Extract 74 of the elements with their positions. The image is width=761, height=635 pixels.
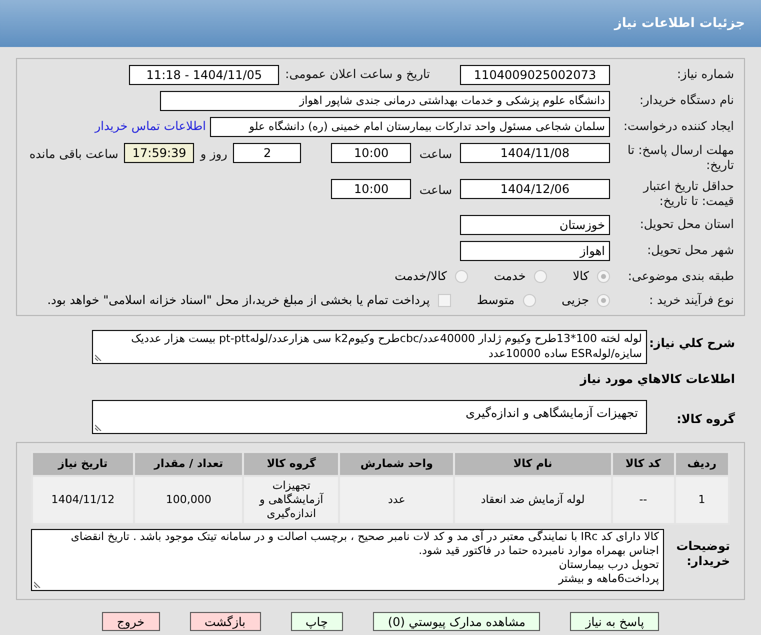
column-header: تاریخ نیاز	[32, 452, 134, 476]
radio-label: کالا	[572, 268, 589, 285]
radio-label: متوسط	[476, 292, 515, 309]
field-label: ساعت باقی مانده	[29, 146, 118, 163]
deadline-date-field[interactable]: 1404/11/08	[460, 143, 610, 163]
field-label: مهلت ارسال پاسخ: تا تاریخ:	[626, 143, 734, 173]
radio-button[interactable]	[454, 270, 468, 282]
section-heading: اطلاعات کالاهاي مورد نیاز	[578, 371, 735, 388]
description-line: لوله لخته 100*13طرح وکیوم ژلدار 40000عدد/cbcطرح وکیومk2 سی هزارعدد/لولهpt-ptt بیست هزار عددیک	[131, 331, 642, 346]
table-cell: 1404/11/12	[32, 476, 134, 524]
resize-handle-icon[interactable]	[95, 423, 103, 431]
field-label: توضیحات خریدار:	[675, 538, 731, 569]
table-cell: تجهیزات آزمایشگاهی و اندازه‌گیری	[243, 476, 340, 524]
radio-button[interactable]	[597, 294, 610, 306]
action-button[interactable]: بازگشت	[190, 612, 260, 631]
action-button[interactable]: پاسخ به نیاز	[570, 612, 660, 631]
resize-handle-icon[interactable]	[34, 580, 42, 588]
field-label: استان محل تحویل:	[638, 216, 734, 233]
validity-date-field[interactable]: 1404/12/06	[460, 179, 610, 199]
column-header: تعداد / مقدار	[134, 452, 244, 476]
buyer-contact-link[interactable]: اطلاعات تماس خریدار	[94, 117, 206, 135]
need-number-field[interactable]: 1104009025002073	[460, 65, 610, 85]
field-label: حداقل تاریخ اعتبار قیمت: تا تاریخ:	[642, 179, 734, 209]
field-label: شهر محل تحویل:	[646, 242, 734, 259]
table-cell: 1	[674, 476, 729, 524]
days-field[interactable]: 2	[233, 143, 302, 163]
radio-label: کالا/خدمت	[394, 268, 447, 285]
field-label: تاریخ و ساعت اعلان عمومی:	[285, 66, 430, 83]
field-label: طبقه بندی موضوعی:	[626, 268, 734, 285]
buyer-org-field[interactable]: دانشگاه علوم پزشکی و خدمات بهداشتی درمانی جندی شاپور اهواز	[160, 91, 610, 111]
note-line: کالا دارای کد IRc با نمایندگی معتبر در آی مد و کد لات نامبر صحیح ، برچسب اصالت و در سامانه تیتک موجود باشد . تاریخ انقضای اجناس بهمراه موارد نامبرده حتما در فاکتور قید شود.	[70, 530, 659, 558]
announce-date-field[interactable]: 1404/11/05 - 11:18	[129, 65, 280, 85]
column-header: کد کالا	[612, 452, 675, 476]
field-label: ایجاد کننده درخواست:	[622, 118, 734, 135]
table-cell: لوله آزمایش ضد انعقاد	[454, 476, 612, 524]
field-label: ساعت	[419, 182, 452, 199]
radio-label: خدمت	[494, 268, 526, 285]
field-label: نام دستگاه خریدار:	[638, 92, 734, 109]
resize-handle-icon[interactable]	[95, 353, 103, 361]
action-button[interactable]: مشاهده مدارک پیوستي (0)	[372, 612, 540, 631]
checkbox[interactable]	[438, 294, 451, 306]
city-field[interactable]: اهواز	[460, 241, 610, 261]
table-cell: --	[612, 476, 675, 524]
page-title: جزئیات اطلاعات نیاز	[614, 14, 745, 33]
description-textarea[interactable]: لوله لخته 100*13طرح وکیوم ژلدار 40000عدد/cbcطرح وکیومk2 سی هزارعدد/لولهpt-ptt بیست هزار عددیک سایزه/لولهESR ساده 10000عدد	[92, 330, 647, 364]
radio-button[interactable]	[534, 270, 547, 282]
remaining-time-field[interactable]: 17:59:39	[124, 143, 194, 163]
field-label: شرح کلي نیاز:	[648, 335, 735, 352]
field-label: نوع فرآیند خرید :	[648, 292, 734, 309]
deadline-time-field[interactable]: 10:00	[331, 143, 412, 163]
creator-field[interactable]: سلمان شجاعی مسئول واحد تدارکات بیمارستان امام خمینی (ره) دانشگاه علو	[210, 117, 610, 137]
table-cell: عدد	[339, 476, 454, 524]
note-line: تحویل درب بیمارستان	[558, 558, 659, 572]
column-header: گروه کالا	[243, 452, 340, 476]
column-header: ردیف	[674, 452, 729, 476]
province-field[interactable]: خوزستان	[460, 215, 610, 235]
radio-label: جزیی	[562, 292, 589, 309]
checkbox-label: پرداخت تمام یا بخشی از مبلغ خرید،از محل "اسناد خزانه اسلامی" خواهد بود.	[47, 292, 430, 309]
description-line: سایزه/لولهESR ساده 10000عدد	[488, 346, 642, 361]
validity-time-field[interactable]: 10:00	[331, 179, 412, 199]
action-button[interactable]: خروج	[102, 612, 160, 631]
action-button[interactable]: چاپ	[290, 612, 343, 631]
field-label: شماره نیاز:	[676, 66, 734, 83]
buyer-notes-textarea[interactable]	[31, 529, 664, 591]
field-label: روز و	[200, 146, 228, 163]
goods-group-textarea[interactable]: تجهیزات آزمایشگاهی و اندازه‌گیری	[92, 400, 647, 434]
table-cell: 100,000	[134, 476, 244, 524]
field-label: گروه کالا:	[676, 411, 735, 428]
note-line: پرداخت6ماهه و بیشتر	[558, 572, 659, 586]
column-header: نام کالا	[454, 452, 612, 476]
column-header: واحد شمارش	[339, 452, 454, 476]
radio-button[interactable]	[597, 270, 610, 282]
field-label: ساعت	[419, 146, 452, 163]
radio-button[interactable]	[522, 294, 536, 306]
